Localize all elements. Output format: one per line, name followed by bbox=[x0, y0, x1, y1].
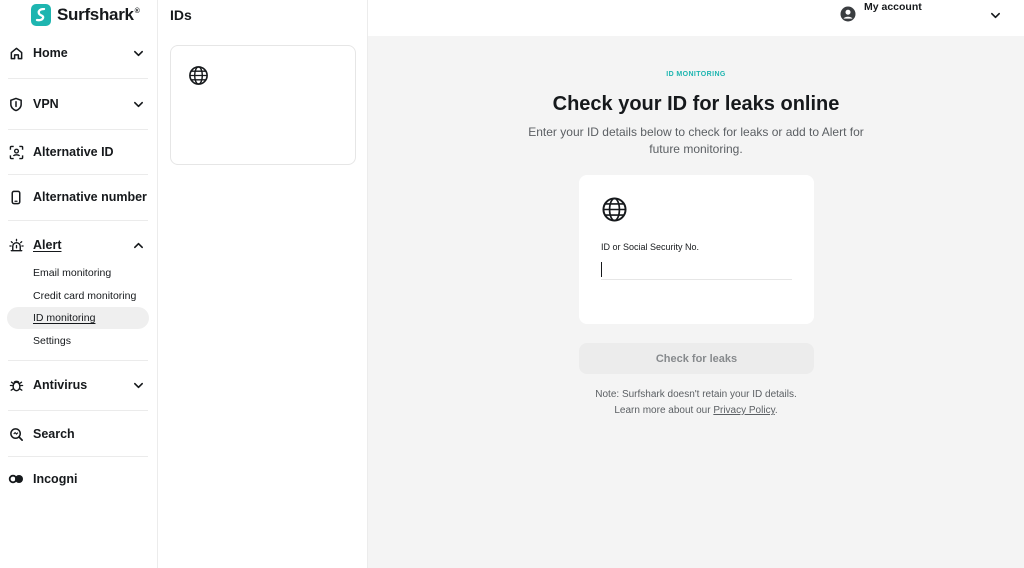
chevron-down-icon[interactable] bbox=[990, 8, 1001, 26]
surfshark-logo-text: Surfshark® bbox=[57, 5, 140, 24]
sidebar-subitem-settings[interactable]: Settings bbox=[7, 330, 149, 352]
sidebar-item-label: Alternative ID bbox=[33, 145, 114, 159]
chevron-down-icon[interactable] bbox=[132, 379, 144, 391]
surfshark-logo[interactable]: Surfshark® bbox=[31, 3, 140, 27]
ids-panel-title: IDs bbox=[170, 7, 192, 23]
sidebar-subitem-label: Settings bbox=[33, 335, 71, 347]
chevron-down-icon[interactable] bbox=[132, 47, 144, 59]
sidebar-subitem-email-monitoring[interactable]: Email monitoring bbox=[7, 262, 149, 284]
privacy-policy-link[interactable]: Privacy Policy bbox=[713, 405, 775, 416]
id-form-card: ID or Social Security No. bbox=[579, 175, 814, 324]
sidebar-item-alternative-id[interactable]: Alternative ID bbox=[0, 138, 158, 166]
account-menu[interactable]: My account bbox=[840, 0, 1010, 30]
main-content: ID MONITORING Check your ID for leaks on… bbox=[368, 36, 1024, 568]
sidebar-item-label: Incogni bbox=[33, 472, 78, 486]
check-for-leaks-button[interactable]: Check for leaks bbox=[579, 343, 814, 374]
privacy-note-prefix: Learn more about our bbox=[614, 405, 714, 416]
id-card[interactable] bbox=[170, 45, 356, 165]
user-circle-icon bbox=[840, 6, 856, 27]
sidebar-item-vpn[interactable]: VPN bbox=[0, 90, 158, 118]
sidebar-item-label: VPN bbox=[33, 97, 59, 111]
sidebar-item-search[interactable]: Search bbox=[0, 420, 158, 448]
sidebar: Surfshark® Home VPN Alternative ID Alter… bbox=[0, 0, 158, 568]
sidebar-divider bbox=[8, 220, 148, 221]
incogni-icon bbox=[8, 471, 24, 487]
home-icon bbox=[8, 45, 24, 61]
privacy-note-line: Note: Surfshark doesn't retain your ID d… bbox=[595, 389, 797, 400]
sidebar-item-label: Alert bbox=[33, 238, 62, 252]
sidebar-subitem-label: ID monitoring bbox=[33, 312, 96, 324]
sidebar-divider bbox=[8, 360, 148, 361]
sidebar-divider bbox=[8, 78, 148, 79]
sidebar-item-home[interactable]: Home bbox=[0, 39, 158, 67]
globe-icon bbox=[601, 196, 628, 228]
bug-icon bbox=[8, 377, 24, 393]
page-title: Check your ID for leaks online bbox=[552, 93, 840, 115]
sidebar-divider bbox=[8, 410, 148, 411]
search-icon bbox=[8, 426, 24, 442]
sidebar-divider bbox=[8, 174, 148, 175]
face-scan-icon bbox=[8, 144, 24, 160]
privacy-note-line: Learn more about our Privacy Policy. bbox=[526, 403, 866, 419]
sidebar-divider bbox=[8, 129, 148, 130]
privacy-note: Note: Surfshark doesn't retain your ID d… bbox=[526, 387, 866, 419]
sidebar-item-antivirus[interactable]: Antivirus bbox=[0, 371, 158, 399]
id-field-label: ID or Social Security No. bbox=[601, 242, 700, 252]
chevron-down-icon[interactable] bbox=[132, 98, 144, 110]
sidebar-item-alternative-number[interactable]: Alternative number bbox=[0, 183, 158, 211]
ids-panel: IDs bbox=[158, 0, 368, 568]
sidebar-item-label: Search bbox=[33, 427, 75, 441]
shield-icon bbox=[8, 96, 24, 112]
privacy-note-suffix: . bbox=[774, 405, 778, 416]
phone-icon bbox=[8, 189, 24, 205]
text-caret bbox=[601, 262, 602, 277]
sidebar-subitem-label: Email monitoring bbox=[33, 267, 112, 279]
alarm-icon bbox=[8, 237, 24, 253]
page-description: Enter your ID details below to check for… bbox=[528, 125, 864, 156]
sidebar-item-alert[interactable]: Alert bbox=[0, 231, 158, 259]
sidebar-subitem-credit-card-monitoring[interactable]: Credit card monitoring bbox=[7, 285, 149, 307]
section-eyebrow: ID MONITORING bbox=[666, 71, 726, 78]
sidebar-subitem-label: Credit card monitoring bbox=[33, 290, 137, 302]
account-label: My account bbox=[864, 1, 922, 13]
sidebar-item-label: Alternative number bbox=[33, 190, 147, 204]
top-header: My account bbox=[368, 0, 1024, 36]
id-number-input[interactable] bbox=[601, 259, 792, 280]
sidebar-item-incogni[interactable]: Incogni bbox=[0, 465, 158, 493]
surfshark-logo-mark-icon bbox=[31, 4, 51, 26]
globe-icon bbox=[188, 65, 209, 91]
chevron-up-icon[interactable] bbox=[132, 239, 144, 251]
sidebar-item-label: Home bbox=[33, 46, 68, 60]
sidebar-item-label: Antivirus bbox=[33, 378, 88, 392]
sidebar-subitem-id-monitoring[interactable]: ID monitoring bbox=[7, 307, 149, 329]
sidebar-divider bbox=[8, 456, 148, 457]
